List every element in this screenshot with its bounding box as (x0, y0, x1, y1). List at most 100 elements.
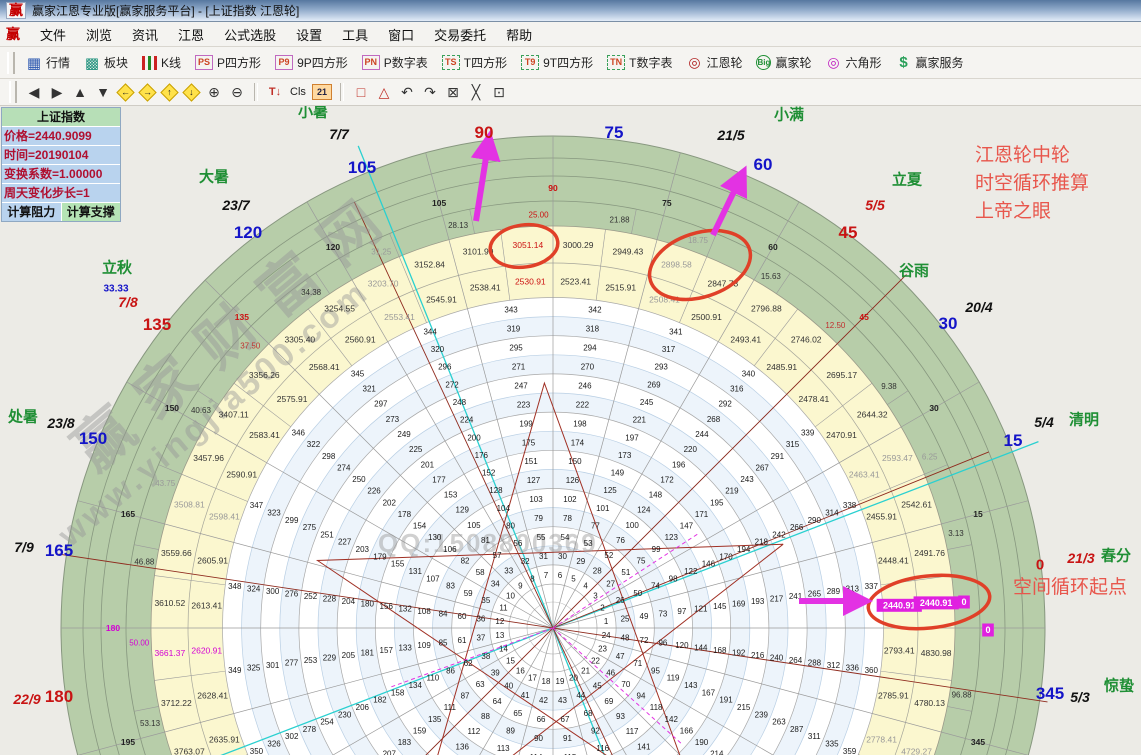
spiral-number: 2 (600, 603, 605, 612)
converge-button[interactable]: ╳ (467, 83, 485, 102)
outer-label-xx: 大暑 (199, 167, 229, 185)
menu-tools[interactable]: 工具 (332, 22, 378, 47)
quotes-button[interactable]: ▦行情 (20, 52, 76, 73)
screen-button[interactable]: ⊡ (490, 83, 508, 102)
spiral-number: 175 (522, 438, 536, 447)
spiral-number: 289 (827, 587, 841, 596)
spiral-number: 350 (250, 747, 264, 755)
spiral-number: 67 (561, 715, 570, 724)
spiral-number: 192 (732, 648, 746, 657)
calc-resistance-button[interactable]: 计算阻力 (2, 203, 62, 221)
winner-service-button[interactable]: $赢家服务 (890, 52, 970, 73)
outer-label-120: 120 (234, 223, 262, 242)
gann-wheel-icon: ◎ (686, 55, 702, 70)
spiral-number: 38 (481, 652, 490, 661)
spiral-number: 335 (825, 740, 839, 749)
menu-gann[interactable]: 江恩 (168, 22, 214, 47)
spiral-number: 222 (576, 400, 590, 409)
step-down-button[interactable]: ▼ (94, 83, 112, 102)
calendar-button[interactable]: 21 (312, 84, 332, 100)
spiral-number: 98 (669, 574, 678, 583)
spiral-number: 40 (504, 682, 513, 691)
spiral-number: 72 (640, 636, 649, 645)
kline-button[interactable]: K线 (136, 52, 187, 73)
step-up-button[interactable]: ▲ (71, 83, 89, 102)
time-axis-button[interactable]: T↓ (266, 83, 284, 102)
diamond-right-button[interactable]: → (138, 83, 156, 101)
spiral-number: 343 (504, 306, 518, 315)
zoom-in-button[interactable]: ⊕ (205, 83, 223, 102)
menu-news[interactable]: 资讯 (122, 22, 168, 47)
page-prev-button[interactable]: ◀ (25, 83, 43, 102)
zoom-out-button[interactable]: ⊖ (228, 83, 246, 102)
price-inner-value: 2793.41 (884, 646, 915, 656)
cls-button[interactable]: Cls (289, 83, 307, 102)
hexagon-button[interactable]: ◎六角形 (820, 52, 888, 73)
menu-window-menu[interactable]: 窗口 (378, 22, 424, 47)
menu-trade-entrust[interactable]: 交易委托 (424, 22, 496, 47)
spiral-number: 95 (651, 666, 660, 675)
rotate-cw-button[interactable]: ↷ (421, 83, 439, 102)
winner-wheel-button[interactable]: Big赢家轮 (750, 52, 817, 73)
spiral-number: 77 (591, 522, 600, 531)
9p-square-button[interactable]: P99P四方形 (269, 52, 354, 73)
price-outer-value: 3000.29 (563, 240, 594, 250)
price-outer-value: 4780.13 (914, 698, 945, 708)
step-field: 周天变化步长=1 (2, 184, 120, 203)
spiral-number: 27 (606, 580, 615, 589)
spiral-number: 28 (593, 566, 602, 575)
spiral-number: 214 (710, 750, 724, 755)
spiral-number: 346 (292, 429, 306, 438)
spiral-number: 242 (772, 530, 786, 539)
spiral-number: 157 (380, 646, 394, 655)
price-outer-value: 3356.26 (249, 370, 280, 380)
price-outer-value: 4729.27 (901, 746, 932, 755)
spiral-number: 204 (342, 597, 356, 606)
outer-label-33x33: 33.33 (103, 284, 128, 295)
9t-square-button[interactable]: T99T四方形 (515, 52, 599, 73)
p-number-table-button[interactable]: PNP数字表 (356, 52, 434, 73)
spiral-number: 136 (456, 742, 470, 751)
spiral-number: 45 (593, 682, 602, 691)
t-square-button[interactable]: TST四方形 (436, 52, 513, 73)
spiral-number: 240 (770, 653, 784, 662)
diamond-up-button[interactable]: ↑ (160, 83, 178, 101)
spiral-number: 60 (458, 612, 467, 621)
spiral-number: 221 (633, 416, 647, 425)
spiral-number: 79 (534, 514, 543, 523)
spiral-number: 127 (527, 476, 541, 485)
triangle-tool-button[interactable]: △ (375, 83, 393, 102)
spiral-number: 156 (380, 602, 394, 611)
menu-settings[interactable]: 设置 (286, 22, 332, 47)
menu-help[interactable]: 帮助 (496, 22, 542, 47)
spiral-number: 129 (456, 506, 470, 515)
menu-formula-stock-pick[interactable]: 公式选股 (214, 22, 286, 47)
sectors-icon: ▩ (84, 55, 100, 70)
price-outer-value: 3712.22 (161, 698, 192, 708)
spiral-number: 311 (808, 732, 821, 741)
degree-start-value: 0 (961, 597, 966, 607)
rect-tool-button[interactable]: □ (352, 83, 370, 102)
calc-support-button[interactable]: 计算支撑 (62, 203, 121, 221)
menu-file[interactable]: 文件 (30, 22, 76, 47)
menu-browse[interactable]: 浏览 (76, 22, 122, 47)
sectors-button[interactable]: ▩板块 (78, 52, 134, 73)
delete-box-button[interactable]: ⊠ (444, 83, 462, 102)
spiral-number: 197 (625, 433, 639, 442)
outer-label-345: 345 (1036, 684, 1064, 703)
gann-wheel-button[interactable]: ◎江恩轮 (680, 52, 748, 73)
spiral-number: 324 (247, 585, 261, 594)
gann-wheel-canvas[interactable]: 赢家财富网www.yingjia500.comQQ:15088003691234… (0, 106, 1141, 755)
spiral-number: 200 (467, 433, 481, 442)
p-square-button[interactable]: PSP四方形 (189, 52, 267, 73)
t-number-table-button[interactable]: TNT数字表 (601, 52, 678, 73)
spiral-number: 34 (491, 580, 500, 589)
spiral-number: 345 (351, 369, 365, 378)
spiral-number: 321 (363, 384, 377, 393)
spiral-number: 293 (655, 363, 669, 372)
diamond-left-button[interactable]: ← (116, 83, 134, 101)
page-next-button[interactable]: ▶ (48, 83, 66, 102)
rotate-ccw-button[interactable]: ↶ (398, 83, 416, 102)
diamond-down-button[interactable]: ↓ (182, 83, 200, 101)
outer-label-xx: 立夏 (892, 170, 923, 188)
